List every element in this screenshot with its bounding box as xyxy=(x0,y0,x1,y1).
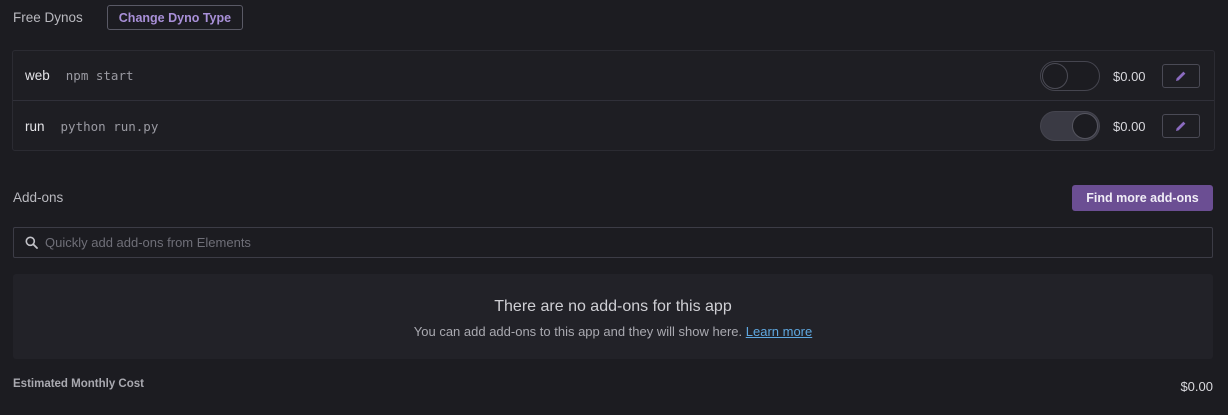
addons-empty-state: There are no add-ons for this app You ca… xyxy=(13,274,1213,359)
dyno-name: web xyxy=(25,68,50,83)
dyno-row-run: run python run.py $0.00 xyxy=(13,101,1214,151)
addons-section-label: Add-ons xyxy=(13,190,64,205)
learn-more-link[interactable]: Learn more xyxy=(746,324,812,339)
addons-search-input[interactable] xyxy=(45,235,1145,250)
edit-dyno-button-run[interactable] xyxy=(1162,114,1200,138)
change-dyno-type-button[interactable]: Change Dyno Type xyxy=(106,5,244,30)
dyno-toggle-web[interactable] xyxy=(1040,61,1100,91)
estimated-cost-label: Estimated Monthly Cost xyxy=(13,378,144,390)
dyno-row-web: web npm start $0.00 xyxy=(13,51,1214,101)
dyno-header: Free Dynos Change Dyno Type xyxy=(13,5,244,30)
pencil-icon xyxy=(1176,121,1186,131)
resources-panel: Free Dynos Change Dyno Type web npm star… xyxy=(0,0,1228,415)
toggle-knob xyxy=(1072,113,1098,139)
empty-state-title: There are no add-ons for this app xyxy=(494,298,732,315)
addons-search xyxy=(13,227,1213,258)
empty-state-text: You can add add-ons to this app and they… xyxy=(413,324,743,339)
find-more-addons-button[interactable]: Find more add-ons xyxy=(1072,185,1213,211)
dyno-toggle-run[interactable] xyxy=(1040,111,1100,141)
search-icon xyxy=(25,236,38,249)
pencil-icon xyxy=(1176,71,1186,81)
dyno-price: $0.00 xyxy=(1113,118,1146,134)
empty-state-description: You can add add-ons to this app and they… xyxy=(13,324,1213,339)
edit-dyno-button-web[interactable] xyxy=(1162,64,1200,88)
dyno-price: $0.00 xyxy=(1113,68,1146,84)
toggle-knob xyxy=(1042,63,1068,89)
dyno-list: web npm start $0.00 run python run.py $0… xyxy=(12,50,1215,151)
dyno-name: run xyxy=(25,118,45,134)
dyno-command: npm start xyxy=(65,68,134,83)
dyno-section-label: Free Dynos xyxy=(13,10,83,25)
dyno-command: python run.py xyxy=(60,118,159,134)
estimated-cost-value: $0.00 xyxy=(1180,379,1213,394)
